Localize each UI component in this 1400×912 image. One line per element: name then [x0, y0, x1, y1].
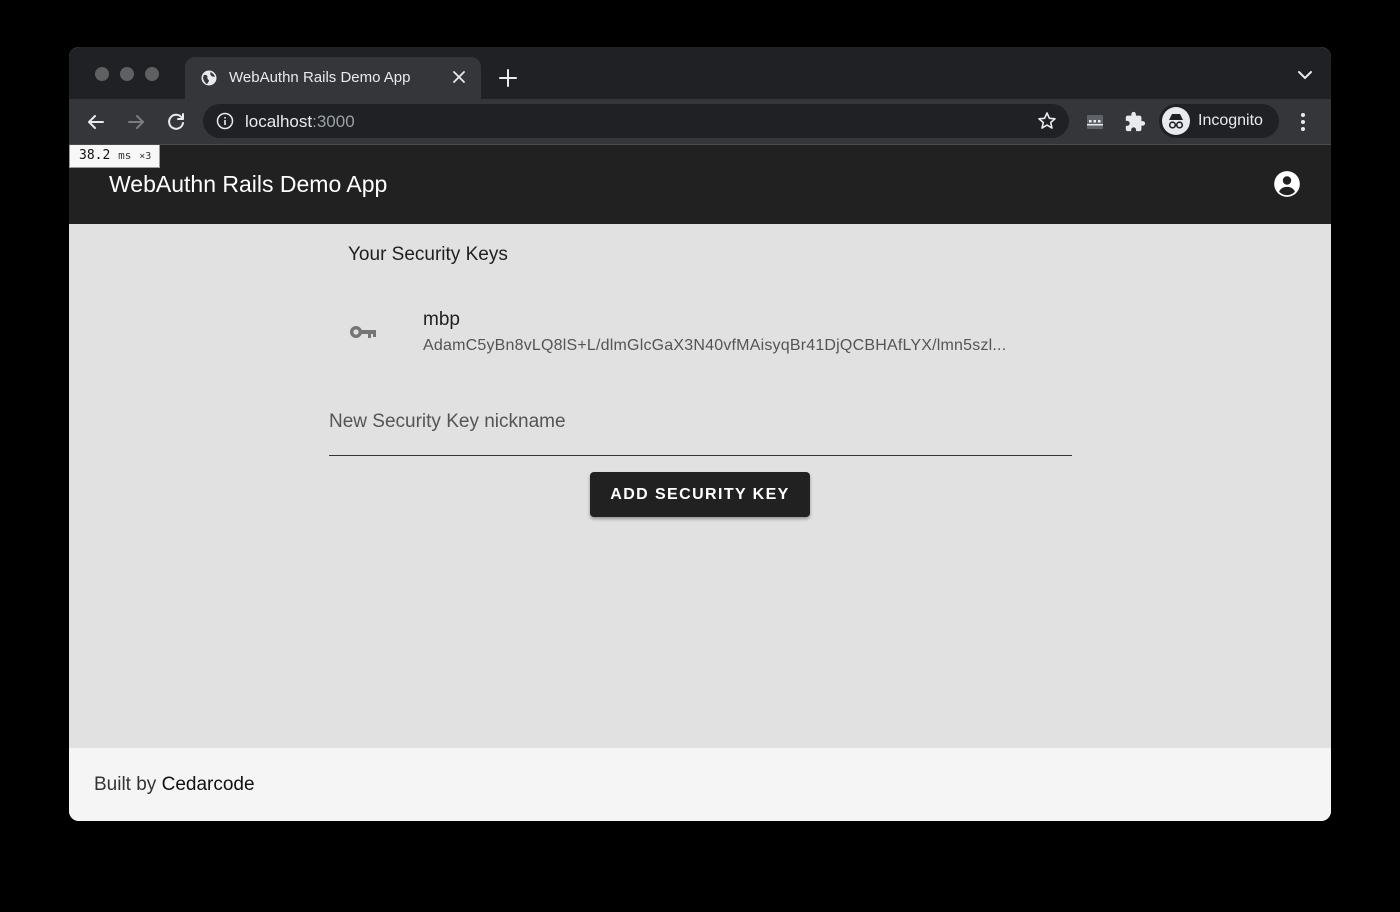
extension-icon[interactable]	[1083, 110, 1107, 134]
browser-toolbar: localhost:3000 Incognito	[69, 99, 1331, 145]
footer: Built by Cedarcode	[69, 748, 1331, 821]
account-circle-icon[interactable]	[1273, 170, 1301, 198]
more-vert-icon[interactable]	[1291, 110, 1315, 134]
url-text: localhost:3000	[245, 112, 355, 131]
app-bar: WebAuthn Rails Demo App	[69, 145, 1331, 224]
incognito-icon	[1162, 107, 1190, 135]
puzzle-icon[interactable]	[1123, 110, 1147, 134]
reload-icon[interactable]	[164, 110, 188, 134]
nickname-input[interactable]	[329, 409, 1072, 435]
security-key-nickname: mbp	[423, 309, 460, 330]
profiler-unit: ms	[118, 149, 132, 162]
incognito-label: Incognito	[1198, 112, 1263, 129]
info-icon[interactable]	[216, 112, 234, 130]
footer-credit: Built by Cedarcode	[94, 774, 255, 795]
security-key-list-item: mbp AdamC5yBn8vLQ8lS+L/dlmGlcGaX3N40vfMA…	[348, 294, 1068, 374]
cedarcode-link[interactable]: Cedarcode	[162, 774, 255, 795]
forward-arrow-icon[interactable]	[124, 110, 148, 134]
add-security-key-button[interactable]: ADD SECURITY KEY	[590, 472, 810, 517]
profiler-time: 38.2	[79, 148, 111, 163]
main-content: Your Security Keys mbp AdamC5yBn8vLQ8lS+…	[69, 224, 1331, 748]
incognito-profile-button[interactable]: Incognito	[1159, 104, 1279, 138]
tab-title: WebAuthn Rails Demo App	[229, 69, 411, 86]
bookmark-star-icon[interactable]	[1037, 111, 1057, 131]
window-minimize-dot[interactable]	[120, 67, 134, 81]
tab-active[interactable]: WebAuthn Rails Demo App	[185, 57, 481, 99]
window-close-dot[interactable]	[95, 67, 109, 81]
window-zoom-dot[interactable]	[145, 67, 159, 81]
address-bar[interactable]: localhost:3000	[203, 104, 1069, 138]
security-key-credential-id: AdamC5yBn8vLQ8lS+L/dlmGlcGaX3N40vfMAisyq…	[423, 337, 1007, 354]
plus-icon[interactable]	[497, 67, 519, 89]
close-icon[interactable]	[449, 67, 469, 87]
key-icon	[350, 326, 376, 338]
app-title: WebAuthn Rails Demo App	[109, 171, 388, 197]
profiler-badge[interactable]: 38.2 ms ×3	[69, 145, 161, 168]
security-keys-heading: Your Security Keys	[348, 244, 508, 265]
profiler-count: ×3	[139, 151, 152, 162]
nickname-field[interactable]	[329, 399, 1072, 456]
browser-window: WebAuthn Rails Demo App localhost:3000 I…	[69, 47, 1331, 821]
chevron-down-icon[interactable]	[1297, 69, 1313, 81]
back-arrow-icon[interactable]	[84, 110, 108, 134]
globe-icon	[201, 70, 217, 86]
tab-strip: WebAuthn Rails Demo App	[69, 47, 1331, 99]
